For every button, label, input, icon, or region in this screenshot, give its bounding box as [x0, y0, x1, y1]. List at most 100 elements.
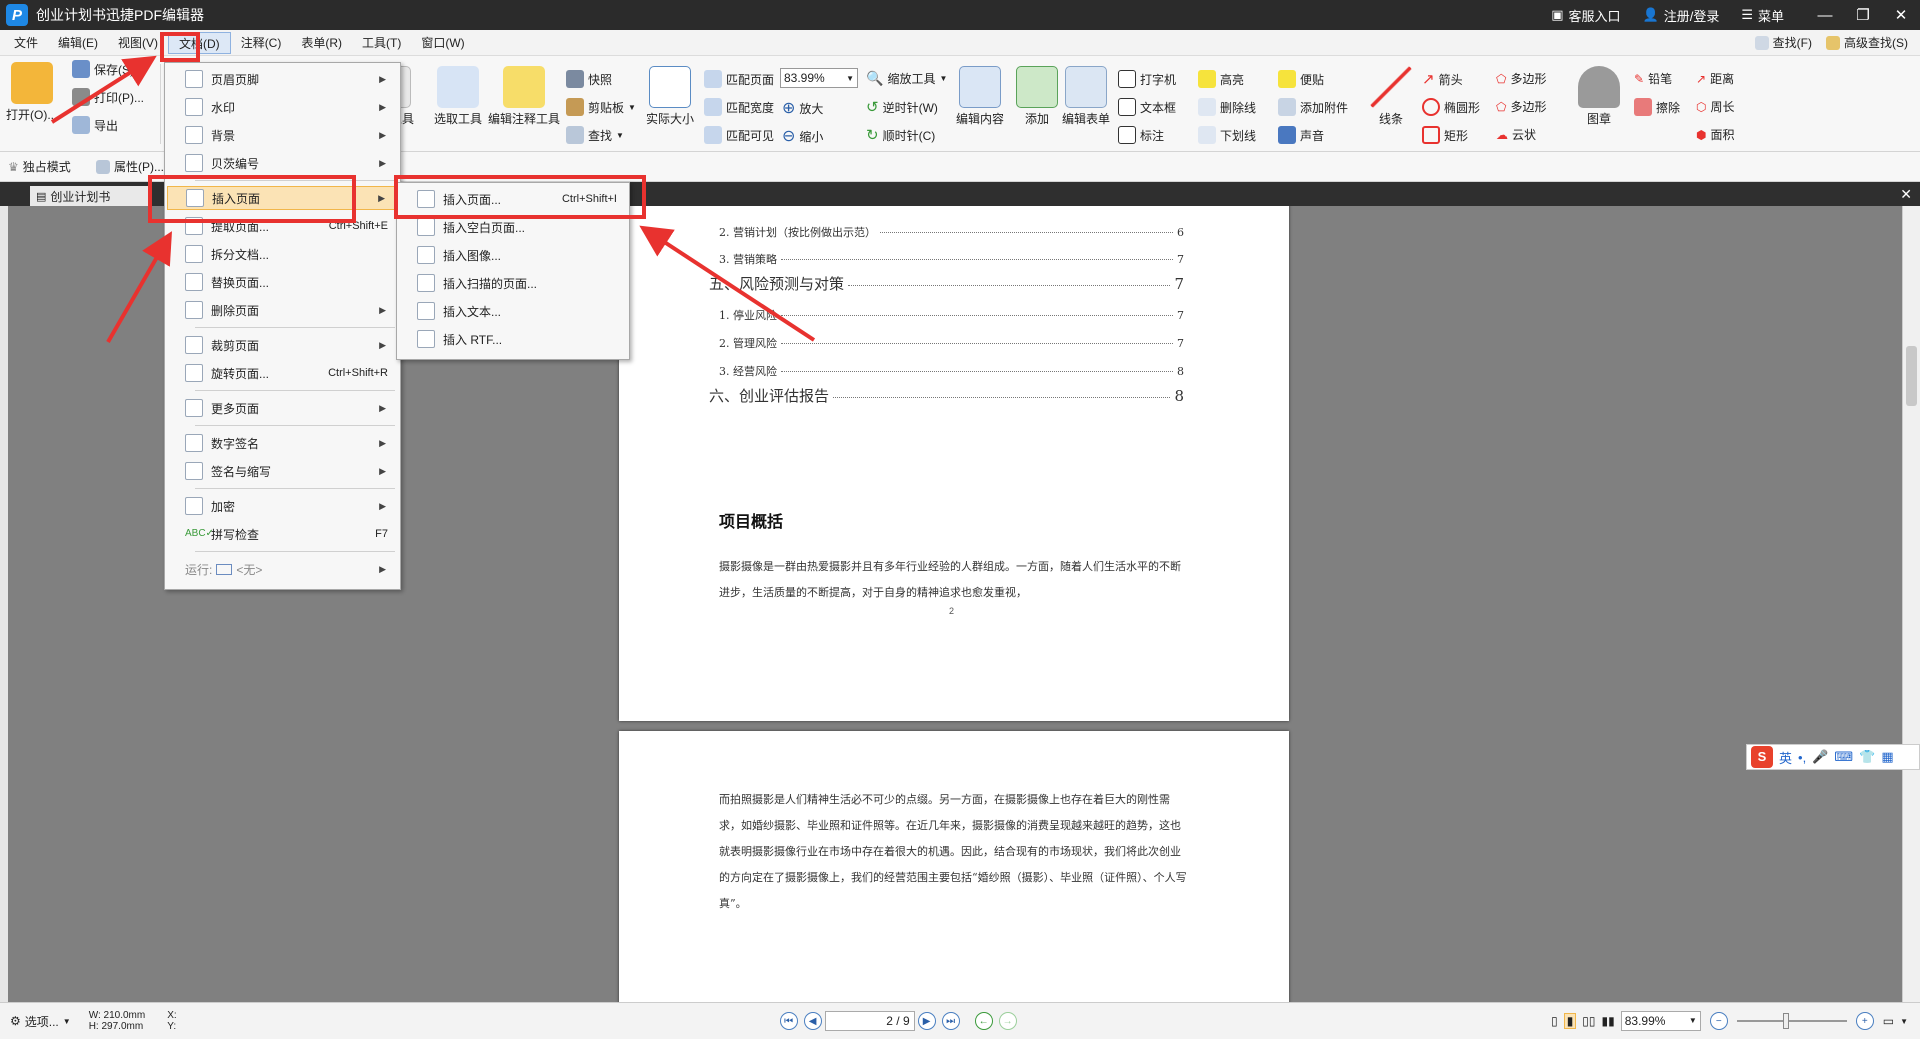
edit-content-button[interactable]: 编辑内容 [956, 66, 1004, 127]
menu-item-replace-pages[interactable]: 替换页面... [167, 270, 398, 294]
edit-annot-tool-button[interactable]: 编辑注释工具 [488, 66, 560, 127]
menu-item-background[interactable]: 背景 ▶ [167, 123, 398, 147]
input-method-bar[interactable]: S 英 •, 🎤 ⌨ 👕 ▦ [1746, 744, 1920, 770]
maximize-button[interactable]: ❐ [1844, 6, 1882, 24]
menu-item-bates-numbering[interactable]: 贝茨编号 ▶ [167, 151, 398, 175]
menu-item-digital-signature[interactable]: 数字签名 ▶ [167, 431, 398, 455]
sound-button[interactable]: 声音 [1278, 126, 1324, 144]
menu-item-header-footer[interactable]: 页眉页脚 ▶ [167, 67, 398, 91]
menu-item-encrypt[interactable]: 加密 ▶ [167, 494, 398, 518]
toc-entry[interactable]: 2. 营销计划（按比例做出示范） 6 [719, 224, 1184, 240]
menu-form[interactable]: 表单(R) [291, 32, 352, 54]
menu-item-more-pages[interactable]: 更多页面 ▶ [167, 396, 398, 420]
two-page-icon[interactable]: ▯▯ [1582, 1014, 1595, 1028]
callout-button[interactable]: 标注 [1118, 126, 1164, 144]
underline-button[interactable]: 下划线 [1198, 126, 1256, 144]
stamp-button[interactable]: 图章 [1578, 66, 1620, 127]
clipboard-button[interactable]: 剪贴板 ▼ [566, 98, 636, 116]
menu-item-delete-pages[interactable]: 删除页面 ▶ [167, 298, 398, 322]
note-button[interactable]: 便贴 [1278, 70, 1324, 88]
advanced-find-button[interactable]: 高级查找(S) [1826, 34, 1908, 51]
menu-item-sign-initials[interactable]: 签名与缩写 ▶ [167, 459, 398, 483]
highlight-button[interactable]: 高亮 [1198, 70, 1244, 88]
single-page-icon[interactable]: ▯ [1551, 1014, 1558, 1028]
polygon-button[interactable]: ⬠ 多边形 [1496, 70, 1546, 87]
distance-button[interactable]: ↗ 距离 [1696, 70, 1734, 87]
properties-button[interactable]: 属性(P)... [96, 158, 164, 175]
menu-edit[interactable]: 编辑(E) [48, 32, 108, 54]
save-button[interactable]: 保存(S) [72, 60, 134, 78]
find-button[interactable]: 查找(F) [1754, 34, 1812, 51]
edit-form-button[interactable]: 编辑表单 [1062, 66, 1110, 127]
menu-item-run[interactable]: 运行: <无> ▶ [167, 557, 398, 581]
menu-tools[interactable]: 工具(T) [352, 32, 411, 54]
chevron-down-icon[interactable]: ▼ [1900, 1017, 1908, 1026]
print-button[interactable]: 打印(P)... [72, 88, 144, 106]
toolbox-icon[interactable]: ▦ [1881, 749, 1893, 765]
vertical-scrollbar[interactable] [1902, 206, 1920, 1002]
support-button[interactable]: ▣ 客服入口 [1551, 6, 1620, 25]
toc-entry[interactable]: 五、风险预测与对策 7 [709, 273, 1184, 294]
toc-entry[interactable]: 2. 管理风险 7 [719, 335, 1184, 351]
open-button[interactable]: 打开(O)... [6, 62, 57, 123]
last-page-button[interactable]: ⏭ [941, 1012, 960, 1030]
arrow-button[interactable]: ↗ 箭头 [1422, 70, 1463, 88]
select-tool-button[interactable]: 选取工具 [434, 66, 482, 127]
ellipse-button[interactable]: 椭圆形 [1422, 98, 1480, 116]
select-options-button[interactable]: ⚙ 选项... ▼ [10, 1013, 71, 1030]
fit-width-button[interactable]: 匹配宽度 [704, 98, 774, 116]
first-page-button[interactable]: ⏮ [779, 1012, 798, 1030]
skin-icon[interactable]: 👕 [1859, 749, 1875, 765]
polyline-button[interactable]: ⬠ 多边形 [1496, 98, 1546, 115]
zoom-slider[interactable] [1736, 1013, 1847, 1029]
zoom-slider-thumb[interactable] [1782, 1013, 1789, 1029]
menu-button[interactable]: ☰ 菜单 [1741, 6, 1784, 25]
close-tab-button[interactable]: ✕ [1900, 186, 1912, 203]
fit-page-button[interactable]: 匹配页面 [704, 70, 774, 88]
ribbon-find-button[interactable]: 查找 ▼ [566, 126, 624, 144]
line-button[interactable]: 线条 [1370, 66, 1412, 127]
toc-entry[interactable]: 3. 经营风险 8 [719, 363, 1184, 379]
register-button[interactable]: 👤 注册/登录 [1643, 6, 1720, 25]
statusbar-zoom-in-button[interactable]: + [1855, 1012, 1874, 1030]
exclusive-mode-button[interactable]: ♛ 独占模式 [8, 158, 71, 175]
strikeout-button[interactable]: 删除线 [1198, 98, 1256, 116]
menu-file[interactable]: 文件 [4, 32, 48, 54]
textbox-button[interactable]: 文本框 [1118, 98, 1176, 116]
menu-item-crop-pages[interactable]: 裁剪页面 ▶ [167, 333, 398, 357]
toc-entry[interactable]: 3. 营销策略 7 [719, 251, 1184, 267]
keyboard-icon[interactable]: ⌨ [1834, 749, 1853, 765]
cloud-button[interactable]: ☁ 云状 [1496, 126, 1536, 143]
rotate-cw-button[interactable]: ↻ 顺时针(C) [866, 126, 935, 144]
zoom-tool-button[interactable]: 🔍 缩放工具 ▼ [866, 70, 947, 87]
eraser-button[interactable]: 擦除 [1634, 98, 1680, 116]
statusbar-zoom-out-button[interactable]: − [1709, 1012, 1728, 1030]
actual-size-button[interactable]: 实际大小 [646, 66, 694, 127]
menu-window[interactable]: 窗口(W) [411, 32, 474, 54]
close-window-button[interactable]: ✕ [1882, 6, 1920, 24]
continuous-page-icon[interactable]: ▮ [1563, 1013, 1577, 1029]
menu-item-split-document[interactable]: 拆分文档... [167, 242, 398, 266]
page-number-input[interactable]: 2 / 9 [824, 1011, 915, 1031]
fit-visible-button[interactable]: 匹配可见 [704, 126, 774, 144]
attach-button[interactable]: 添加附件 [1278, 98, 1348, 116]
ime-language-toggle[interactable]: 英 [1779, 748, 1792, 767]
submenu-item-insert-text[interactable]: 插入文本... [399, 299, 627, 323]
rectangle-button[interactable]: 矩形 [1422, 126, 1468, 144]
microphone-icon[interactable]: 🎤 [1812, 749, 1828, 765]
toc-entry[interactable]: 六、创业评估报告 8 [709, 385, 1184, 406]
scrollbar-thumb[interactable] [1906, 346, 1917, 406]
punctuation-icon[interactable]: •, [1798, 750, 1806, 765]
zoom-out-button[interactable]: ⊖ 缩小 [782, 126, 823, 146]
snapshot-button[interactable]: 快照 [566, 70, 612, 88]
previous-page-button[interactable]: ◀ [803, 1012, 822, 1030]
add-button[interactable]: 添加 [1016, 66, 1058, 127]
export-button[interactable]: 导出 [72, 116, 118, 134]
typewriter-button[interactable]: 打字机 [1118, 70, 1176, 88]
menu-comment[interactable]: 注释(C) [231, 32, 292, 54]
toc-entry[interactable]: 1. 停业风险 7 [719, 307, 1184, 323]
back-button[interactable]: ← [974, 1012, 993, 1030]
minimize-button[interactable]: — [1806, 7, 1844, 24]
menu-item-watermark[interactable]: 水印 ▶ [167, 95, 398, 119]
rotate-ccw-button[interactable]: ↺ 逆时针(W) [866, 98, 938, 116]
